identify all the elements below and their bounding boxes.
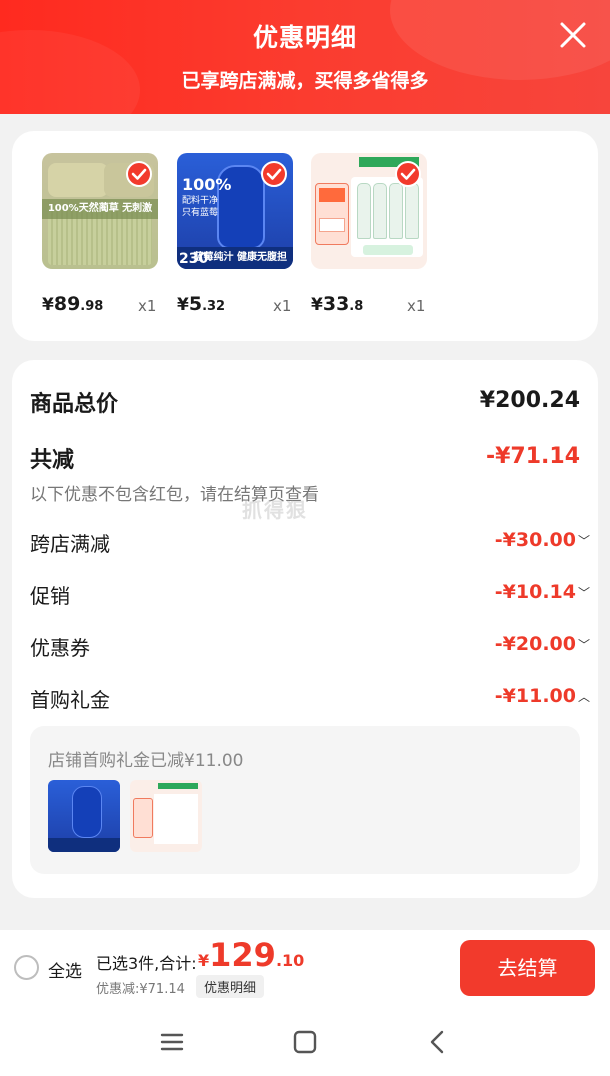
product-image-text: 配料干净 只有蓝莓: [182, 196, 219, 218]
menu-icon: [160, 1033, 184, 1051]
total-reduction-label: 共减: [30, 448, 75, 473]
product-image: 100%天然蔺草 无刺激: [42, 153, 158, 269]
chevron-down-icon: ﹀: [577, 638, 590, 652]
product-price: ¥5.32: [177, 293, 226, 315]
total-reduction-value: -¥71.14: [485, 444, 580, 469]
close-button[interactable]: [556, 18, 590, 52]
home-square-icon: [293, 1030, 317, 1054]
product-image-text: 230: [179, 251, 209, 267]
page-title: 优惠明细: [252, 23, 357, 52]
product-price: ¥89.98: [42, 293, 104, 315]
product-image: 100% 配料干净 只有蓝莓 蓝莓纯汁 健康无腹担 230: [177, 153, 293, 269]
selected-check-icon: [261, 161, 287, 187]
selected-check-icon: [126, 161, 152, 187]
product-item[interactable]: ¥33.8 x1: [311, 153, 427, 315]
checkout-button[interactable]: 去结算: [460, 940, 595, 996]
back-nav-button[interactable]: [424, 1028, 452, 1056]
discount-row-value: -¥30.00: [494, 529, 576, 551]
page-subtitle: 已享跨店满减，买得多省得多: [181, 70, 429, 92]
close-icon: [560, 22, 586, 48]
select-all-radio[interactable]: [14, 955, 39, 980]
menu-nav-button[interactable]: [158, 1028, 186, 1056]
discount-row-value: -¥20.00: [494, 633, 576, 655]
system-nav-bar: [0, 1006, 610, 1076]
product-card: 100%天然蔺草 无刺激 ¥89.98 x1 100% 配料干净 只有蓝莓 蓝莓纯…: [12, 131, 598, 341]
selected-count-text: 已选3件,合计:: [96, 954, 197, 973]
home-nav-button[interactable]: [291, 1028, 319, 1056]
product-image-text: 100%天然蔺草 无刺激: [42, 199, 158, 219]
total-price-label: 商品总价: [30, 392, 119, 417]
order-total: ¥129.10: [198, 936, 305, 974]
discount-row-label: 促销: [30, 584, 70, 608]
product-image: [311, 153, 427, 269]
watermark: 抓得狠: [242, 498, 308, 522]
product-price: ¥33.8: [311, 293, 364, 315]
header: 优惠明细 已享跨店满减，买得多省得多: [0, 0, 610, 114]
product-quantity: x1: [138, 297, 157, 315]
gift-note: 店铺首购礼金已减¥11.00: [48, 751, 244, 771]
chevron-down-icon: ﹀: [577, 586, 590, 600]
discount-row-label: 跨店满减: [30, 532, 110, 556]
gift-product-image: [48, 780, 120, 852]
discount-summary-card: 商品总价 ¥200.24 共减 -¥71.14 以下优惠不包含红包，请在结算页查…: [12, 360, 598, 898]
product-image-text: 100%: [182, 175, 232, 194]
gift-detail-box: 店铺首购礼金已减¥11.00: [30, 726, 580, 874]
chevron-down-icon: ﹀: [577, 534, 590, 548]
total-price-value: ¥200.24: [479, 388, 580, 413]
checkout-bar: 全选 已选3件,合计: ¥129.10 优惠减:¥71.14 优惠明细 去结算: [0, 930, 610, 1006]
discount-row-label: 首购礼金: [30, 688, 110, 712]
back-icon: [430, 1030, 444, 1054]
discount-row-value: -¥10.14: [494, 581, 576, 603]
product-item[interactable]: 100%天然蔺草 无刺激 ¥89.98 x1: [42, 153, 158, 315]
product-quantity: x1: [407, 297, 426, 315]
discount-row-value: -¥11.00: [494, 685, 576, 707]
discount-amount-text: 优惠减:¥71.14: [96, 982, 185, 997]
discount-row-label: 优惠券: [30, 636, 90, 660]
selected-check-icon: [395, 161, 421, 187]
product-quantity: x1: [273, 297, 292, 315]
gift-product-image: [130, 780, 202, 852]
chevron-up-icon: ︿: [577, 690, 590, 704]
select-all-label[interactable]: 全选: [48, 957, 82, 982]
discount-detail-button[interactable]: 优惠明细: [196, 975, 265, 998]
product-item[interactable]: 100% 配料干净 只有蓝莓 蓝莓纯汁 健康无腹担 230 ¥5.32 x1: [177, 153, 293, 315]
